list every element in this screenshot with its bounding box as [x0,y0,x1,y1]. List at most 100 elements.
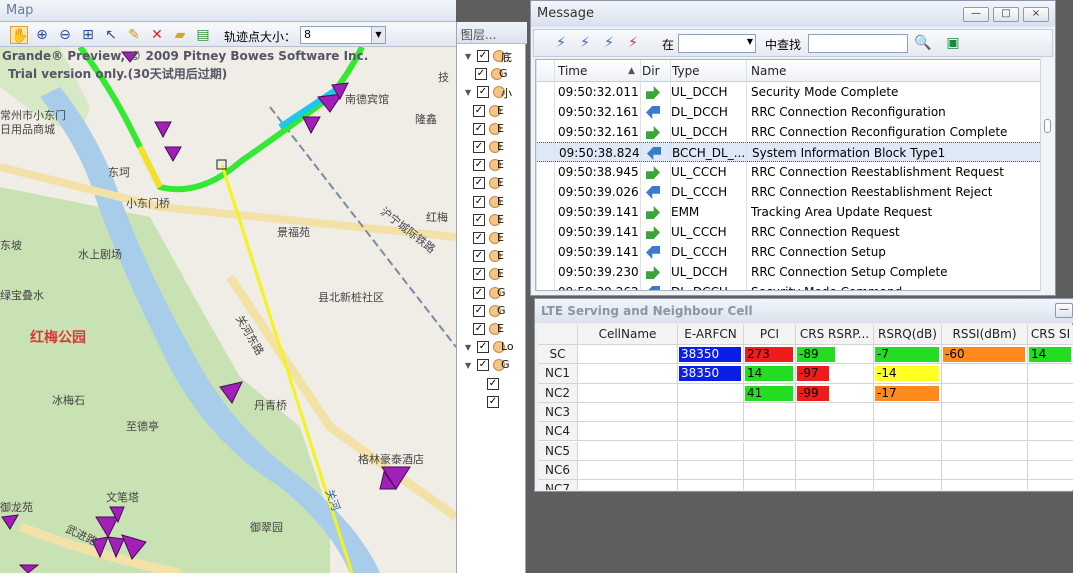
layer-label[interactable]: E [497,195,504,208]
layer-label[interactable]: E [497,122,504,135]
message-row[interactable]: 09:50:39.141 DL_CCCH RRC Connection Setup [536,242,1040,262]
lte-value: -99 [797,385,829,401]
layer-label[interactable]: G [499,67,508,80]
message-row[interactable]: 09:50:32.161 DL_DCCH RRC Connection Reconf… [536,102,1040,122]
column-header-name[interactable]: Name [751,64,786,78]
lte-column-header[interactable]: PCI [744,325,796,345]
lte-cell-rsrq: -14 [874,364,942,384]
layer-label[interactable]: E [497,322,504,335]
pin-icon[interactable]: ᵖ [461,26,466,40]
message-row[interactable]: 09:50:39.230 UL_DCCH RRC Connection Setup … [536,262,1040,282]
zoom-in-icon[interactable]: ⊕ [33,26,51,44]
layer-checkbox[interactable]: ✓ [475,68,487,81]
layer-label[interactable]: E [497,176,504,189]
layer-label[interactable]: E [497,231,504,244]
excel-export-icon[interactable]: ▣ [944,34,962,52]
lte-value [1029,444,1031,459]
zoom-out-icon[interactable]: ⊖ [56,26,74,44]
lte-value [1029,405,1031,420]
legend-icon[interactable]: ▤ [194,26,212,44]
layer-checkbox[interactable]: ✓ [473,141,485,153]
layer-checkbox[interactable]: ✓ [473,232,485,244]
select-arrow-icon[interactable]: ↖ [102,26,120,44]
lte-value [579,424,581,439]
layer-label[interactable]: E [497,158,504,171]
layer-checkbox[interactable]: ✓ [473,159,485,172]
full-extent-icon[interactable]: ⊞ [79,26,97,44]
layer-checkbox[interactable]: ✓ [473,323,485,335]
layer-checkbox[interactable]: ✓ [473,268,485,281]
message-row[interactable]: 09:50:32.011 UL_DCCH Security Mode Complet… [536,82,1040,102]
layer-checkbox[interactable]: ✓ [477,341,489,354]
layer-checkbox[interactable]: ✓ [473,195,485,208]
map-drawing [0,47,456,573]
layer-label[interactable]: E [497,213,504,226]
layer-checkbox[interactable]: ✓ [487,377,499,390]
layer-checkbox[interactable]: ✓ [473,104,485,117]
message-maximize-button[interactable]: □ [993,7,1019,22]
expand-toggle-icon[interactable]: ▼ [465,52,471,61]
lte-column-header[interactable]: E-ARFCN [678,325,744,345]
hand-pan-icon[interactable]: ✋ [10,26,28,44]
layer-checkbox[interactable]: ✓ [477,359,489,372]
column-header-time[interactable]: Time [558,64,587,78]
search-input[interactable] [808,34,908,53]
search-scope-select[interactable]: ▼ [678,34,756,53]
magnifier-icon[interactable]: 🔍 [914,34,932,52]
message-row[interactable]: 09:50:39.141 EMM Tracking Area Update Requ… [536,202,1040,222]
message-row[interactable]: 09:50:39.026 DL_CCCH RRC Connection Reesta… [536,182,1040,202]
expand-toggle-icon[interactable]: ▼ [465,88,471,97]
message-row[interactable]: 09:50:38.945 UL_CCCH RRC Connection Reesta… [536,162,1040,182]
layer-checkbox[interactable]: ✓ [473,250,485,263]
lte-cell-cellname [578,480,678,490]
message-row[interactable]: 09:50:39.262 DL_DCCH Security Mode Command [536,282,1040,290]
layer-label[interactable]: E [497,140,504,153]
column-header-type[interactable]: Type [672,64,700,78]
lte-column-header[interactable]: CRS SI [1028,325,1073,345]
layer-label[interactable]: Lo [501,340,514,353]
layer-label[interactable]: E [497,249,504,262]
layer-label[interactable]: G [501,358,510,371]
lte-cell-earfcn: 38350 [678,364,744,384]
filter-a-icon[interactable]: ⚡ [552,34,570,52]
lte-minimize-button[interactable]: — [1055,303,1073,318]
layer-label[interactable]: 小 [501,85,512,101]
column-header-dir[interactable]: Dir [642,64,660,78]
layer-checkbox[interactable]: ✓ [473,213,485,226]
message-minimize-button[interactable]: — [963,7,989,22]
open-folder-icon[interactable]: ▰ [171,26,189,44]
ruler-icon[interactable]: ✎ [125,26,143,44]
message-close-button[interactable]: × [1023,7,1049,22]
lte-column-header[interactable] [538,325,578,345]
lte-column-header[interactable]: RSSI(dBm) [942,325,1028,345]
lte-column-header[interactable]: CRS RSRP... [796,325,874,345]
layer-checkbox[interactable]: ✓ [473,177,485,190]
layer-label[interactable]: E [497,267,504,280]
scrollbar-thumb[interactable] [1044,119,1051,133]
track-size-select[interactable]: 8 ▼ [300,26,386,44]
message-time: 09:50:38.945 [558,165,639,179]
layer-checkbox[interactable]: ✓ [477,86,489,99]
filter-b-icon[interactable]: ⚡ [576,34,594,52]
expand-toggle-icon[interactable]: ▼ [465,361,471,370]
lte-column-header[interactable]: RSRQ(dB) [874,325,942,345]
layer-checkbox[interactable]: ✓ [473,286,485,299]
message-row[interactable]: 09:50:38.824 BCCH_DL_... System Informatio… [536,142,1040,162]
filter-clear-icon[interactable]: ⚡ [624,34,642,52]
message-row[interactable]: 09:50:39.141 UL_CCCH RRC Connection Reques… [536,222,1040,242]
message-row[interactable]: 09:50:32.161 UL_DCCH RRC Connection Reconf… [536,122,1040,142]
layer-label[interactable]: G [497,304,506,317]
layer-checkbox[interactable]: ✓ [473,122,485,135]
expand-toggle-icon[interactable]: ▼ [465,343,471,352]
lte-column-header[interactable]: CellName [578,325,678,345]
map-canvas[interactable]: Grande® Preview, © 2009 Pitney Bowes Sof… [0,47,456,573]
layer-checkbox[interactable]: ✓ [477,50,489,62]
message-scrollbar[interactable] [1040,59,1054,291]
filter-c-icon[interactable]: ⚡ [600,34,618,52]
layer-checkbox[interactable]: ✓ [473,304,485,317]
layer-label[interactable]: E [497,104,504,117]
layer-label[interactable]: 底 [501,49,512,65]
layer-label[interactable]: G [497,286,506,299]
delete-icon[interactable]: ✕ [148,26,166,44]
layer-checkbox[interactable]: ✓ [487,395,499,408]
